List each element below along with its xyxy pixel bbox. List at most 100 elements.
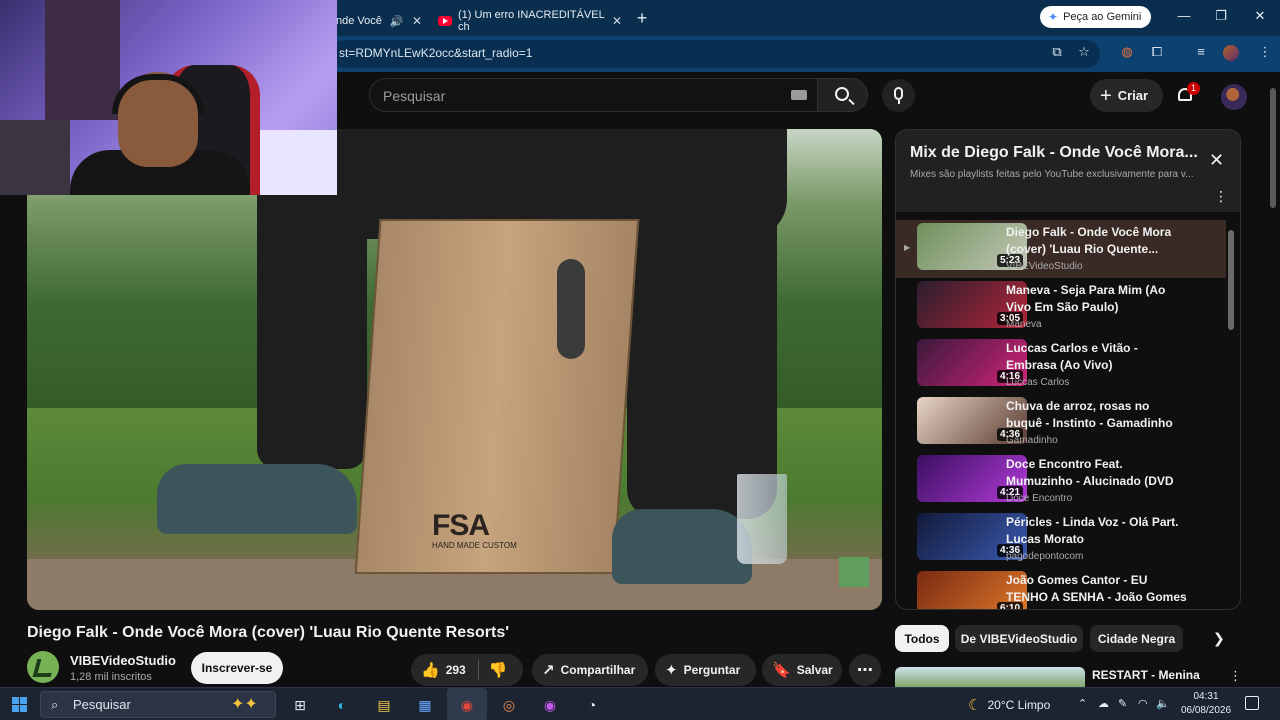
- tab-title: nde Você: [336, 15, 382, 27]
- more-actions-button[interactable]: ⋯: [849, 654, 881, 686]
- channel-avatar[interactable]: [27, 651, 59, 683]
- playlist-item[interactable]: 4:21 Doce Encontro Feat. Mumuzinho - Aluc…: [896, 452, 1226, 510]
- chrome-icon[interactable]: ◉: [455, 693, 479, 717]
- speaker-icon[interactable]: 🔊: [390, 15, 404, 28]
- chevron-right-icon[interactable]: ❯: [1213, 630, 1225, 647]
- recommended-title[interactable]: RESTART - Menina: [1092, 668, 1200, 682]
- extensions-puzzle-icon[interactable]: ⧠: [1148, 44, 1166, 60]
- youtube-favicon-icon: [438, 16, 452, 26]
- windows-start-icon[interactable]: [12, 697, 27, 712]
- extension-icon[interactable]: ◍: [1118, 44, 1136, 60]
- search-button[interactable]: [817, 78, 868, 112]
- playlist-title[interactable]: Mix de Diego Falk - Onde Você Mora...: [910, 144, 1202, 162]
- plus-icon: +: [1100, 84, 1112, 107]
- bookmark-star-icon[interactable]: ☆: [1075, 44, 1093, 60]
- share-button[interactable]: ↗ Compartilhar: [532, 654, 648, 686]
- taskbar-search[interactable]: ⌕ Pesquisar ✦✦: [40, 691, 276, 718]
- playlist-item-title[interactable]: Péricles - Linda Voz - Olá Part. Lucas M…: [1006, 514, 1188, 548]
- search-icon: [835, 87, 849, 101]
- profile-avatar[interactable]: [1223, 45, 1239, 61]
- like-icon[interactable]: 👍: [421, 661, 440, 679]
- recommended-thumbnail[interactable]: [895, 667, 1085, 687]
- weather-widget[interactable]: ☾ 20°C Limpo: [968, 696, 1050, 714]
- playlist-item-title[interactable]: João Gomes Cantor - EU TENHO A SENHA - J…: [1006, 572, 1188, 606]
- sparkle-icon: ✦✦: [231, 696, 258, 713]
- maximize-button[interactable]: ❐: [1212, 8, 1230, 24]
- playlist-menu-icon[interactable]: ⋮: [1214, 188, 1228, 205]
- playlist-item[interactable]: 4:36 Chuva de arroz, rosas no buquê - Ins…: [896, 394, 1226, 452]
- new-tab-button[interactable]: +: [632, 8, 652, 29]
- close-playlist-icon[interactable]: ✕: [1209, 150, 1224, 171]
- reading-list-icon[interactable]: ≡: [1192, 44, 1210, 59]
- browser-tab[interactable]: (1) Um erro INACREDITÁVEL ch ✕: [430, 6, 630, 36]
- save-button[interactable]: 🔖 Salvar: [762, 654, 842, 686]
- gemini-button[interactable]: ✦ Peça ao Gemini: [1040, 6, 1152, 28]
- voice-search-button[interactable]: [882, 79, 915, 112]
- create-button[interactable]: + Criar: [1090, 79, 1163, 112]
- weather-text: 20°C Limpo: [987, 698, 1051, 712]
- playlist-item-title[interactable]: Chuva de arroz, rosas no buquê - Instint…: [1006, 398, 1188, 432]
- clock-date: 06/08/2026: [1180, 705, 1232, 716]
- like-dislike-group: 👍 293 👎: [411, 654, 523, 686]
- notifications-icon[interactable]: [1245, 696, 1259, 710]
- now-playing-icon: ▶: [904, 243, 911, 252]
- playlist-item[interactable]: 4:16 Luccas Carlos e Vitão - Embrasa (Ao …: [896, 336, 1226, 394]
- file-explorer-icon[interactable]: ▤: [372, 693, 396, 717]
- chrome-profile-icon[interactable]: ◉: [538, 693, 562, 717]
- ask-button[interactable]: ✦ Perguntar: [655, 654, 756, 686]
- chip-related[interactable]: Cidade Negra: [1090, 625, 1183, 652]
- playlist-item-title[interactable]: Diego Falk - Onde Você Mora (cover) 'Lua…: [1006, 224, 1188, 258]
- playlist-item-title[interactable]: Doce Encontro Feat. Mumuzinho - Alucinad…: [1006, 456, 1188, 490]
- chip-all[interactable]: Todos: [895, 625, 949, 652]
- video-player[interactable]: FSA HAND MADE CUSTOM: [27, 129, 882, 610]
- notifications-button[interactable]: 1: [1176, 82, 1200, 104]
- playlist-scrollbar[interactable]: [1228, 230, 1234, 330]
- browser-menu-icon[interactable]: ⋮: [1256, 44, 1274, 60]
- task-view-icon[interactable]: ⊞: [288, 693, 312, 717]
- cast-icon[interactable]: ⧉: [1048, 44, 1066, 60]
- webcam-overlay: [0, 0, 337, 195]
- channel-name[interactable]: VIBEVideoStudio: [70, 653, 176, 668]
- url-text[interactable]: st=RDMYnLEwK2occ&start_radio=1: [339, 46, 532, 60]
- cajon-brand-sub: HAND MADE CUSTOM: [432, 541, 517, 550]
- account-avatar[interactable]: [1221, 84, 1247, 110]
- playlist-item-title[interactable]: Maneva - Seja Para Mim (Ao Vivo Em São P…: [1006, 282, 1188, 316]
- playlist-item-channel: VIBEVideoStudio: [1006, 261, 1083, 272]
- bookmark-icon: 🔖: [772, 662, 791, 679]
- playlist-header: Mix de Diego Falk - Onde Você Mora... Mi…: [896, 130, 1240, 212]
- gemini-button-label: Peça ao Gemini: [1063, 11, 1142, 23]
- page-scrollbar[interactable]: [1270, 88, 1276, 208]
- channel-watermark-icon[interactable]: [839, 557, 869, 587]
- close-window-button[interactable]: ✕: [1251, 8, 1269, 24]
- cloud-icon[interactable]: ☁: [1098, 697, 1109, 710]
- playlist-item-channel: Luccas Carlos: [1006, 377, 1070, 388]
- app-icon[interactable]: ◎: [497, 693, 521, 717]
- store-icon[interactable]: ▦: [413, 693, 437, 717]
- minimize-button[interactable]: —: [1175, 8, 1193, 23]
- browser-tab-active[interactable]: nde Você 🔊 ✕: [336, 6, 430, 36]
- subscriber-count: 1,28 mil inscritos: [70, 671, 152, 683]
- close-tab-icon[interactable]: ✕: [412, 14, 422, 28]
- wifi-icon[interactable]: ◠: [1138, 697, 1148, 710]
- playlist-item[interactable]: 6:10 João Gomes Cantor - EU TENHO A SENHA…: [896, 568, 1226, 609]
- keyboard-icon[interactable]: [791, 90, 807, 100]
- edge-icon[interactable]: ◐: [330, 693, 354, 717]
- like-count[interactable]: 293: [446, 663, 466, 677]
- playlist-item-channel: Doce Encontro: [1006, 493, 1073, 504]
- volume-icon[interactable]: 🔈: [1156, 697, 1170, 710]
- pen-icon[interactable]: ✎: [1118, 697, 1127, 710]
- chevron-up-icon[interactable]: ⌃: [1078, 697, 1087, 710]
- playlist-item-title[interactable]: Luccas Carlos e Vitão - Embrasa (Ao Vivo…: [1006, 340, 1188, 374]
- obs-icon[interactable]: ◔: [580, 693, 604, 717]
- close-tab-icon[interactable]: ✕: [612, 14, 622, 28]
- playlist-item[interactable]: 3:05 Maneva - Seja Para Mim (Ao Vivo Em S…: [896, 278, 1226, 336]
- chip-from-channel[interactable]: De VIBEVideoStudio: [955, 625, 1083, 652]
- playlist-item[interactable]: 4:36 Péricles - Linda Voz - Olá Part. Luc…: [896, 510, 1226, 568]
- playlist-item[interactable]: ▶ 5:23 Diego Falk - Onde Você Mora (cover)…: [896, 220, 1226, 278]
- subscribe-button[interactable]: Inscrever-se: [191, 652, 283, 684]
- playlist-item-channel: pagodepontocom: [1006, 551, 1084, 562]
- sparkle-icon: ✦: [665, 662, 678, 679]
- recommended-menu-icon[interactable]: ⋮: [1229, 668, 1242, 684]
- dislike-icon[interactable]: 👎: [489, 661, 508, 679]
- clock[interactable]: 04:31 06/08/2026: [1178, 690, 1234, 718]
